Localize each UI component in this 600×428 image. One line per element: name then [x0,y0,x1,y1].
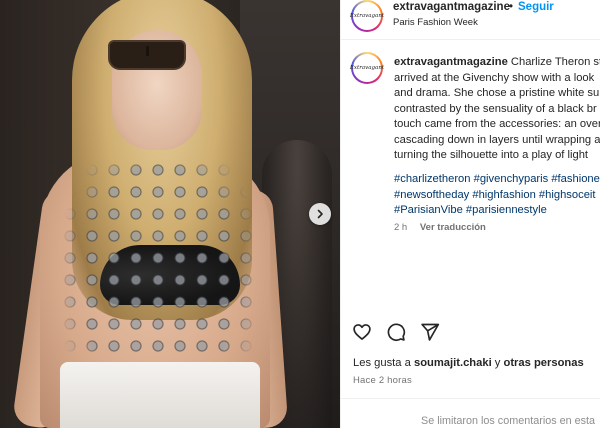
caption-age: 2 h [394,222,408,233]
caption-line: contrasted by the sensuality of a black … [394,102,597,115]
translate-link[interactable]: Ver traducción [420,222,486,233]
like-button[interactable] [351,321,373,343]
caption-line: cascading down in layers until wrapping … [394,133,600,146]
hashtags[interactable]: #charlizetheron #givenchyparis #fashione… [394,172,600,219]
caption-line: arrived at the Givenchy show with a look [394,71,595,84]
caption-avatar[interactable]: Extravagant [350,52,384,84]
caption-line: touch came from the accessories: an over [394,118,600,130]
action-bar [351,321,441,343]
post-timestamp[interactable]: Hace 2 horas [353,375,412,386]
caption-username[interactable]: extravagantmagazine [394,56,508,68]
likes-prefix: Les gusta a [353,357,411,369]
caption-line: turning the silhouette into a play of li… [394,149,589,161]
hashtag-line[interactable]: #charlizetheron #givenchyparis #fashione [394,172,600,188]
likes-user-link[interactable]: soumajit.chaki [414,357,492,369]
caption-meta: 2 h Ver traducción [394,222,486,233]
heart-icon [353,324,371,340]
header-username[interactable]: extravagantmagazine [393,1,510,13]
comments-limited-note: Se limitaron los comentarios en esta [421,415,596,427]
avatar-logo: Extravagant [350,2,384,30]
post-image[interactable] [0,0,340,428]
avatar-logo: Extravagant [350,54,384,82]
separator-dot: • [509,1,514,13]
comment-button[interactable] [385,321,407,343]
avatar[interactable]: Extravagant [350,0,384,32]
paper-plane-icon [421,323,440,341]
likes-join: y [494,357,501,369]
hashtag-line[interactable]: #ParisianVibe #parisiennestyle [394,203,600,219]
comments-area: Se limitaron los comentarios en esta [341,398,600,428]
caption-line: and drama. She chose a pristine white su… [394,87,600,99]
caption-line: Charlize Theron stu [510,56,600,68]
share-button[interactable] [419,321,441,343]
post-details-panel: Extravagant extravagantmagazine • Seguir… [340,0,600,428]
post-header: Extravagant extravagantmagazine • Seguir… [341,0,600,40]
speech-bubble-icon [387,323,406,342]
location-link[interactable]: Paris Fashion Week [393,17,478,28]
hashtag-line[interactable]: #newsoftheday #highfashion #highsoceit [394,188,600,204]
caption-block: Extravagant extravagantmagazine Charlize… [341,52,600,242]
likes-summary: Les gusta a soumajit.chaki y otras perso… [353,357,584,369]
next-image-button[interactable] [309,203,331,225]
likes-others-link[interactable]: otras personas [504,357,584,369]
caption-text: extravagantmagazine Charlize Theron stu … [394,55,600,164]
chevron-right-icon [317,209,323,219]
follow-button[interactable]: Seguir [518,1,554,13]
